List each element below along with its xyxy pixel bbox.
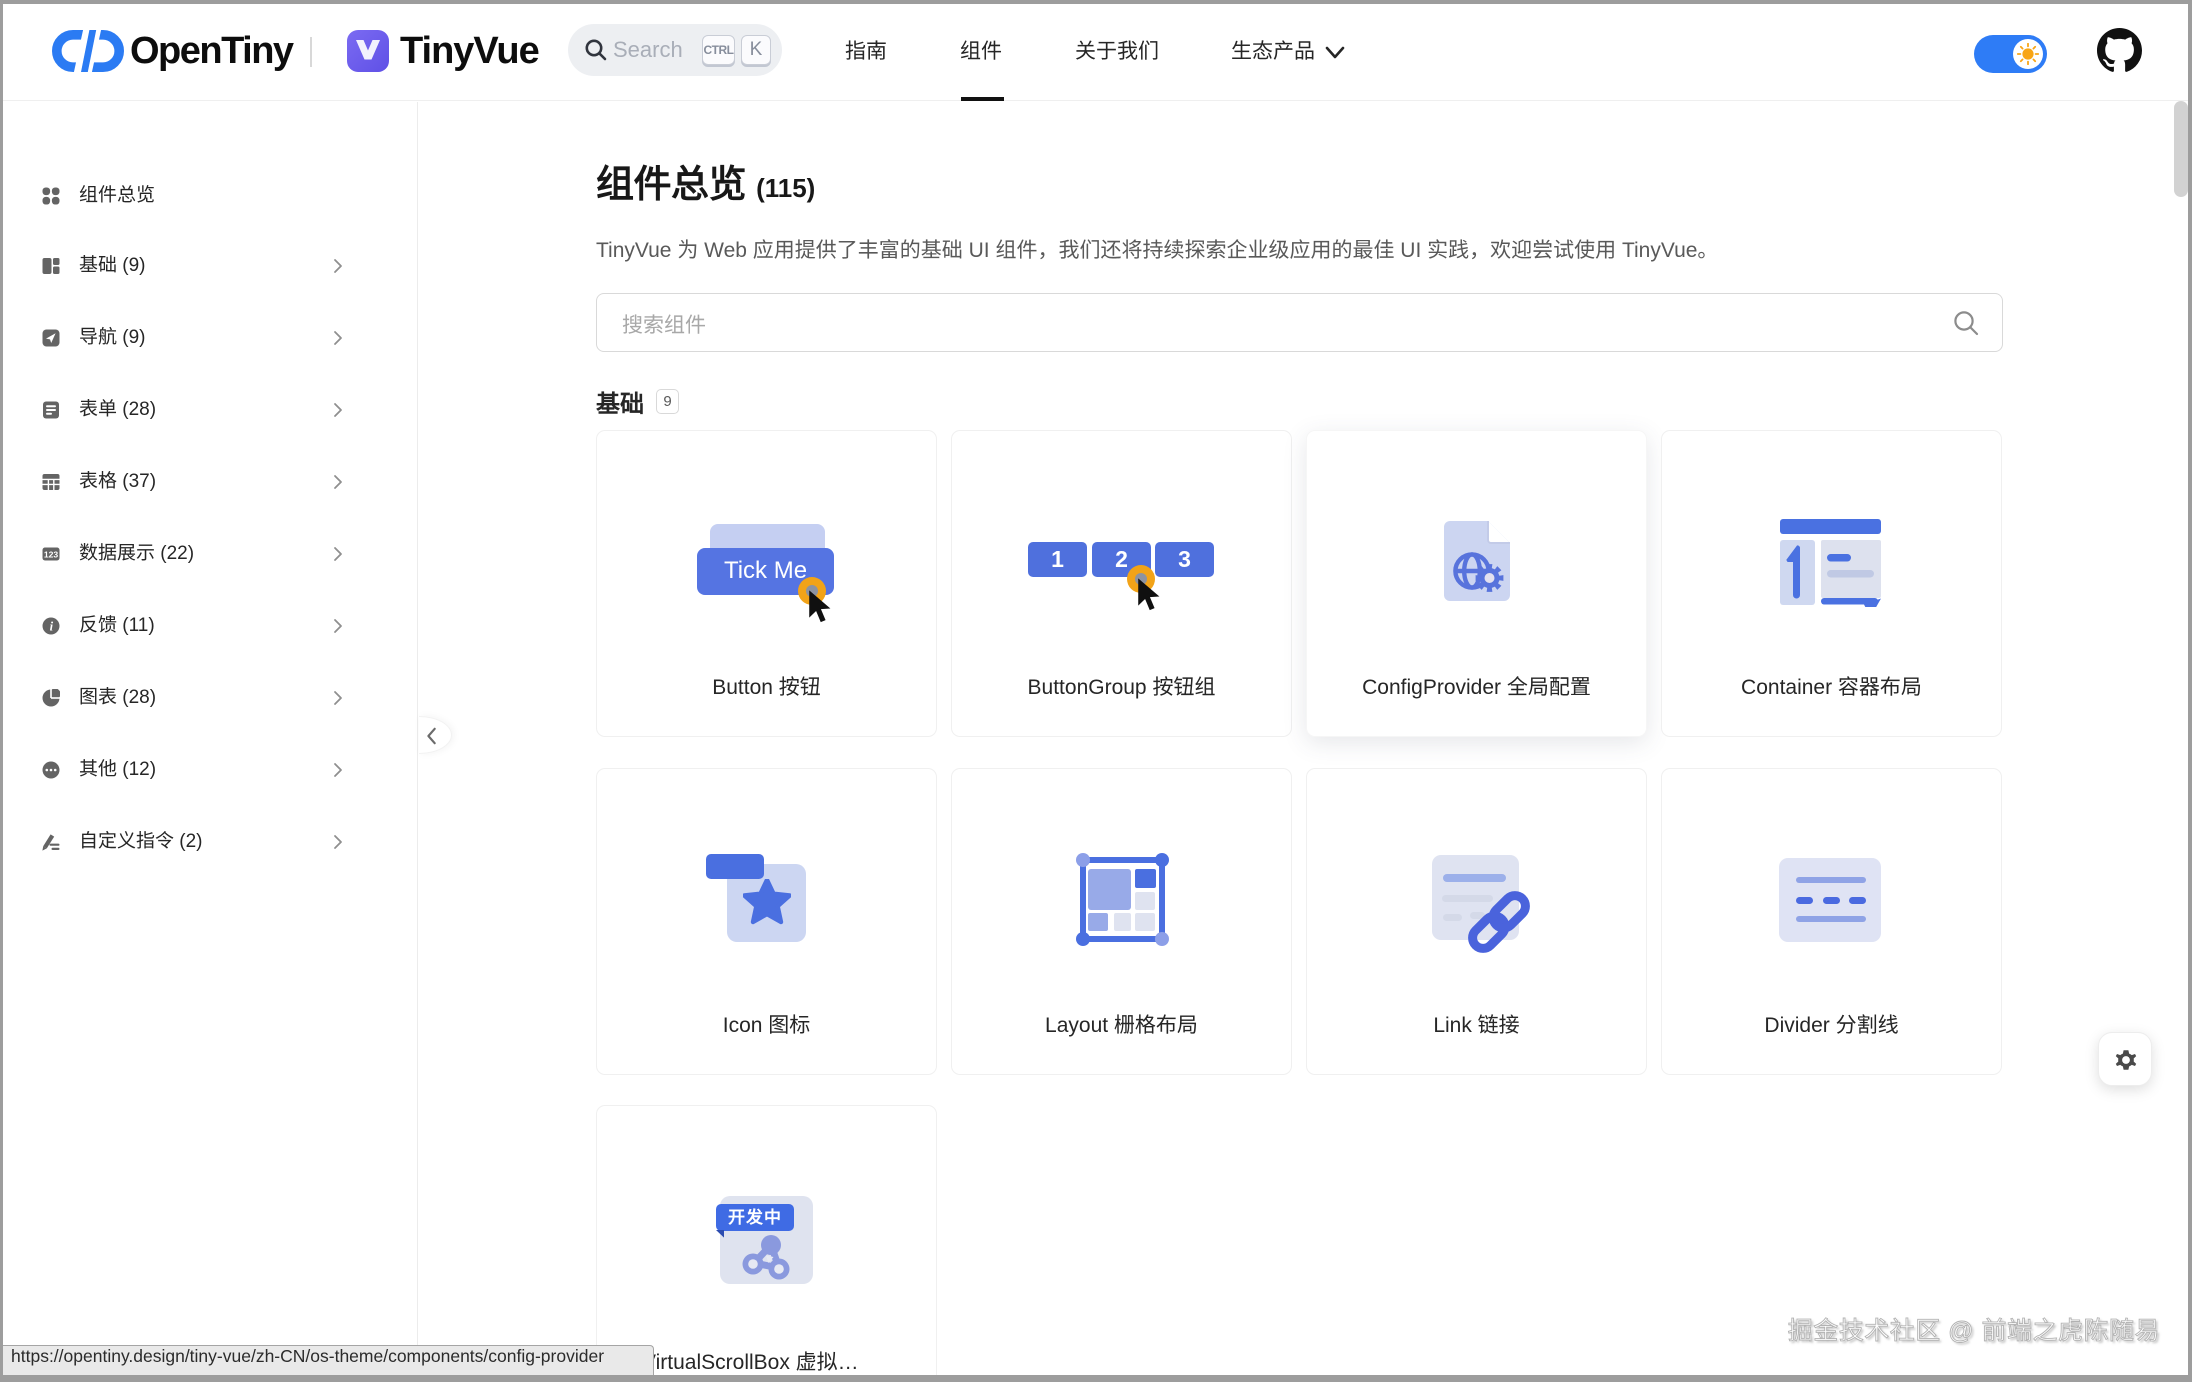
svg-text:123: 123	[44, 550, 59, 560]
svg-text:i: i	[50, 619, 54, 633]
